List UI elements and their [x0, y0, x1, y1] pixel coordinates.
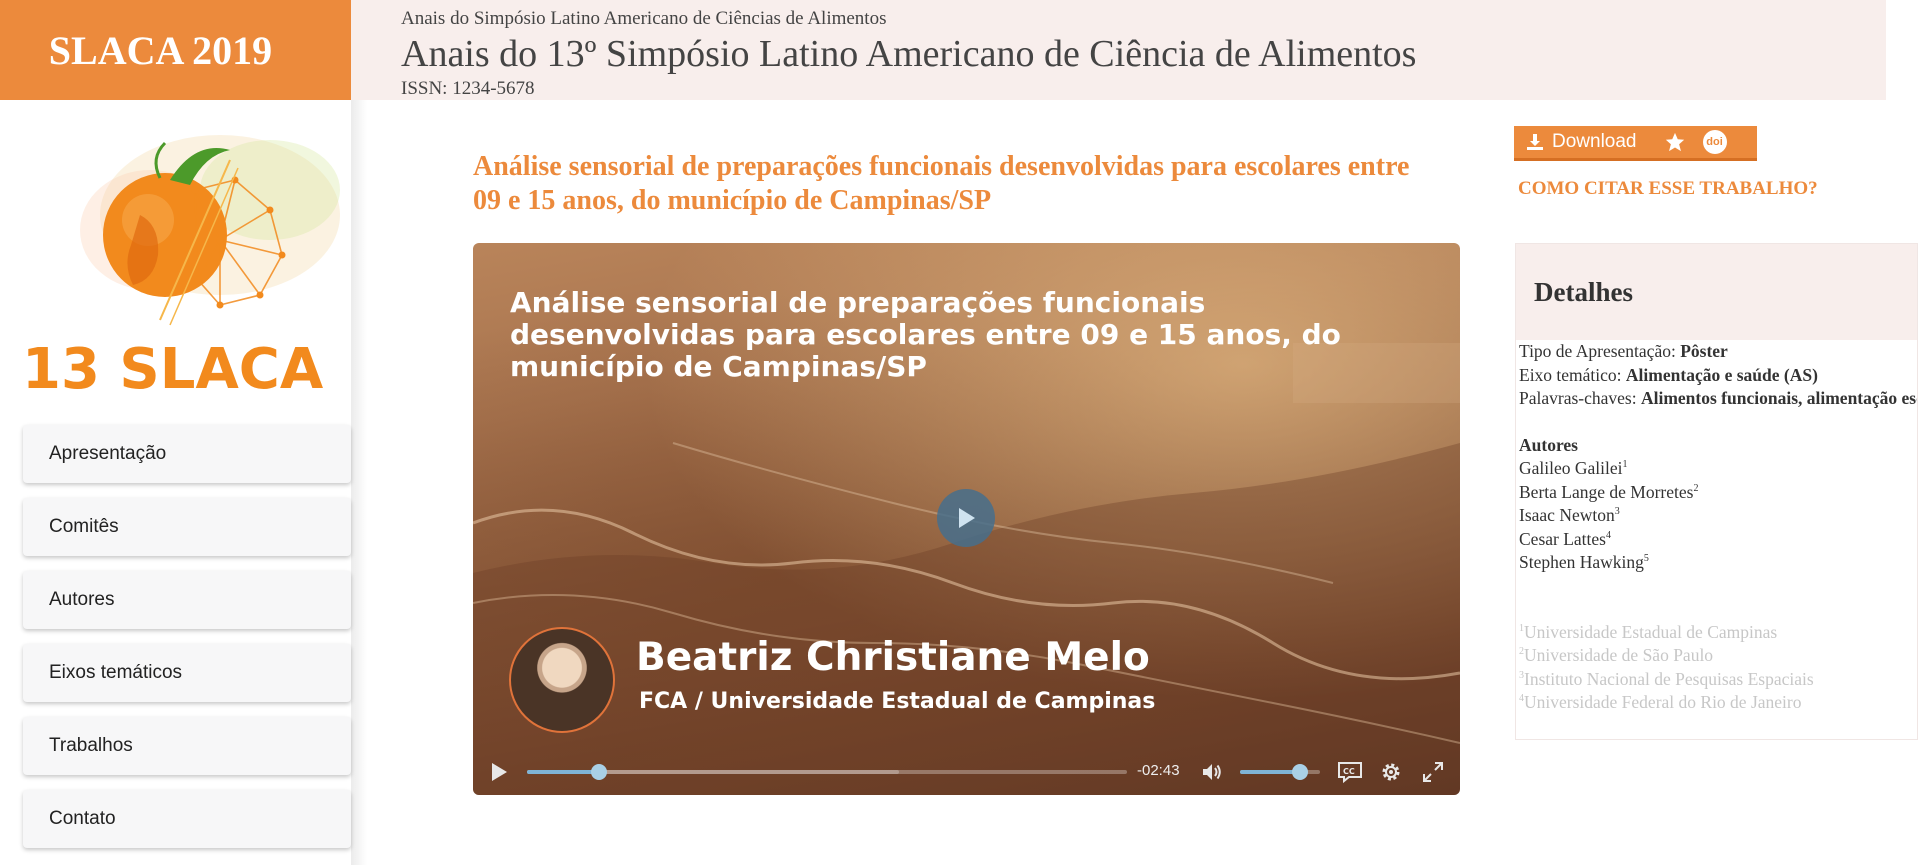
details-heading: Detalhes	[1534, 276, 1633, 307]
affiliation-item: 1Universidade Estadual de Campinas	[1519, 621, 1778, 642]
sidebar-shadow	[351, 100, 367, 865]
star-icon	[1665, 132, 1684, 152]
settings-gear-icon[interactable]	[1379, 760, 1403, 784]
play-icon	[959, 508, 975, 528]
video-player[interactable]: Análise sensorial de preparações funcion…	[473, 243, 1460, 795]
nav-item-trabalhos[interactable]: Trabalhos	[23, 717, 351, 775]
doi-icon: doi	[1702, 130, 1727, 154]
affiliation-item: 3Instituto Nacional de Pesquisas Espacia…	[1519, 668, 1814, 689]
cite-link[interactable]: COMO CITAR ESSE TRABALHO?	[1518, 178, 1818, 200]
page-header: Anais do Simpósio Latino Americano de Ci…	[351, 0, 1886, 100]
video-overlay-title: Análise sensorial de preparações funcion…	[510, 286, 1341, 383]
author-item: Isaac Newton3	[1519, 505, 1620, 525]
captions-icon[interactable]: CC	[1337, 760, 1363, 784]
action-bar: Download doi	[1514, 126, 1757, 161]
seek-bar[interactable]	[527, 764, 1127, 780]
favorite-button[interactable]	[1655, 125, 1695, 160]
fullscreen-icon[interactable]	[1421, 760, 1445, 784]
nav-item-eixos-tematicos[interactable]: Eixos temáticos	[23, 644, 351, 702]
presenter-avatar	[509, 627, 615, 733]
detail-row-tipo: Tipo de Apresentação: Pôster	[1519, 341, 1728, 361]
header-kicker: Anais do Simpósio Latino Americano de Ci…	[401, 8, 887, 29]
nav-item-autores[interactable]: Autores	[23, 571, 351, 629]
slaca-logo: 13 SLACA	[22, 135, 340, 400]
doi-button[interactable]: doi	[1695, 125, 1735, 160]
video-controls: -02:43 CC	[473, 748, 1460, 795]
presenter-name: Beatriz Christiane Melo	[636, 635, 1150, 680]
main-nav: Apresentação Comitês Autores Eixos temát…	[23, 425, 351, 863]
authors-heading: Autores	[1519, 434, 1578, 455]
article-title: Análise sensorial de preparações funcion…	[473, 151, 1410, 216]
author-item: Stephen Hawking5	[1519, 552, 1649, 572]
author-item: Cesar Lattes4	[1519, 528, 1611, 549]
play-icon[interactable]	[489, 762, 509, 782]
seek-handle[interactable]	[591, 764, 607, 780]
play-overlay-button[interactable]	[937, 489, 995, 547]
detail-row-palavras: Palavras-chaves: Alimentos funcionais, a…	[1519, 388, 1917, 408]
details-body: Tipo de Apresentação: Pôster Eixo temáti…	[1516, 340, 1917, 715]
download-icon	[1527, 134, 1543, 150]
author-item: Berta Lange de Morretes2	[1519, 481, 1699, 502]
logo-text: 13 SLACA	[22, 337, 324, 400]
presenter-affiliation: FCA / Universidade Estadual de Campinas	[639, 689, 1156, 714]
volume-slider[interactable]	[1240, 764, 1320, 780]
header-title: Anais do 13º Simpósio Latino Americano d…	[401, 33, 1417, 75]
volume-icon[interactable]	[1200, 760, 1224, 784]
brand-bar[interactable]: SLACA 2019	[0, 0, 351, 100]
svg-text:CC: CC	[1343, 767, 1355, 776]
download-label: Download	[1552, 131, 1637, 152]
volume-level	[1240, 770, 1300, 774]
download-button[interactable]: Download	[1514, 125, 1655, 160]
detail-row-eixo: Eixo temático: Alimentação e saúde (AS)	[1519, 364, 1818, 385]
sidebar: SLACA 2019 13 SLACA Apresentação Comitês…	[0, 0, 351, 865]
affiliation-item: 2Universidade de São Paulo	[1519, 645, 1714, 665]
volume-handle[interactable]	[1292, 764, 1308, 780]
nav-item-contato[interactable]: Contato	[23, 790, 351, 848]
affiliation-item: 4Universidade Federal do Rio de Janeiro	[1519, 692, 1802, 712]
details-panel: Detalhes Tipo de Apresentação: Pôster Ei…	[1515, 243, 1918, 740]
details-header: Detalhes	[1516, 244, 1917, 340]
brand-title[interactable]: SLACA 2019	[49, 27, 272, 74]
nav-item-comites[interactable]: Comitês	[23, 498, 351, 556]
header-issn: ISSN: 1234-5678	[401, 78, 535, 99]
seek-progress	[527, 770, 599, 774]
author-item: Galileo Galilei1	[1519, 458, 1628, 478]
time-remaining: -02:43	[1137, 762, 1180, 779]
nav-item-apresentacao[interactable]: Apresentação	[23, 425, 351, 483]
